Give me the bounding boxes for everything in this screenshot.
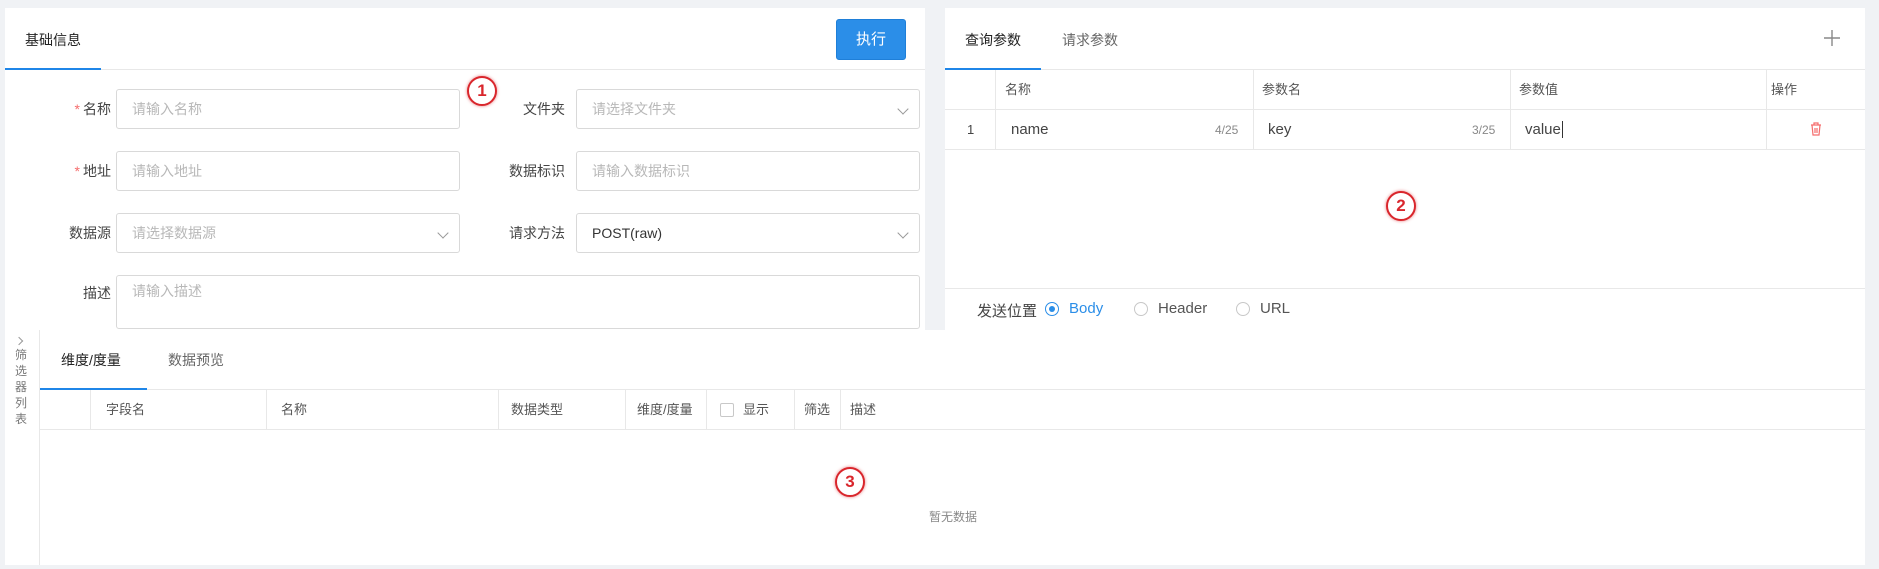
folder-select[interactable]: 请选择文件夹 <box>576 89 920 129</box>
annotation-marker-3: 3 <box>835 467 865 497</box>
col-divider <box>794 390 795 430</box>
chevron-right-icon <box>14 336 24 346</box>
datasource-select[interactable]: 请选择数据源 <box>116 213 460 253</box>
fields-panel: 筛选器列表 维度/度量 数据预览 字段名 名称 数据类型 维度/度量 显示 筛选… <box>5 330 1865 565</box>
tab-ink <box>5 68 101 70</box>
address-label-text: 地址 <box>83 163 111 179</box>
method-select[interactable]: POST(raw) <box>576 213 920 253</box>
col-filter: 筛选 <box>804 402 831 417</box>
name-char-count: 4/25 <box>1215 123 1239 137</box>
required-mark: * <box>74 101 80 117</box>
name-input[interactable]: 请输入名称 <box>116 89 460 129</box>
annotation-marker-2: 2 <box>1386 191 1416 221</box>
col-divider <box>266 390 267 430</box>
plus-icon[interactable] <box>1820 26 1844 50</box>
param-name-cell-input[interactable]: key <box>1268 121 1291 138</box>
col-divider <box>498 390 499 430</box>
description-placeholder: 请输入描述 <box>132 283 202 299</box>
name-label: * 名称 <box>35 89 111 129</box>
col-name: 名称 <box>281 402 308 417</box>
method-value: POST(raw) <box>592 225 662 241</box>
col-action: 操作 <box>1771 82 1798 97</box>
col-show: 显示 <box>743 402 770 417</box>
trash-icon[interactable] <box>1809 121 1823 137</box>
col-divider <box>90 390 91 430</box>
data-id-input[interactable]: 请输入数据标识 <box>576 151 920 191</box>
execute-button[interactable]: 执行 <box>836 19 906 60</box>
annotation-marker-1: 1 <box>467 76 497 106</box>
tab-query-params[interactable]: 查询参数 <box>965 30 1021 70</box>
fields-table-header: 字段名 名称 数据类型 维度/度量 显示 筛选 描述 <box>40 390 1865 430</box>
param-char-count: 3/25 <box>1472 123 1496 137</box>
radio-body[interactable] <box>1045 302 1059 316</box>
data-id-placeholder: 请输入数据标识 <box>592 163 690 179</box>
filter-list-toggle[interactable]: 筛选器列表 <box>5 330 40 565</box>
name-label-text: 名称 <box>83 101 111 117</box>
col-divider <box>706 390 707 430</box>
col-param-value: 参数值 <box>1519 82 1559 97</box>
address-label: * 地址 <box>35 151 111 191</box>
data-id-label: 数据标识 <box>509 163 565 179</box>
col-param-name: 参数名 <box>1262 82 1302 97</box>
basic-info-tabs: 基础信息 <box>5 8 925 70</box>
datasource-placeholder: 请选择数据源 <box>132 225 216 241</box>
name-cell-input[interactable]: name <box>1011 121 1049 138</box>
send-position-label: 发送位置 <box>977 303 1038 320</box>
tab-request-params[interactable]: 请求参数 <box>1062 30 1118 70</box>
col-data-type: 数据类型 <box>511 402 564 417</box>
params-panel: 查询参数 请求参数 名称 参数名 参数值 操作 1 name 4/25 key … <box>945 8 1865 330</box>
description-textarea[interactable]: 请输入描述 <box>116 275 920 329</box>
show-all-checkbox[interactable] <box>720 403 734 417</box>
tab-dimensions-measures[interactable]: 维度/度量 <box>61 350 121 390</box>
table-bottom-border <box>945 288 1865 289</box>
basic-info-panel: 基础信息 执行 * 名称 请输入名称 文件夹 请选择文件夹 * 地址 请输入地址 数… <box>5 8 925 330</box>
chevron-down-icon <box>897 227 909 239</box>
col-divider <box>625 390 626 430</box>
radio-url[interactable] <box>1236 302 1250 316</box>
col-dimension-measure: 维度/度量 <box>637 402 693 417</box>
params-tabs: 查询参数 请求参数 <box>945 8 1865 70</box>
tab-data-preview[interactable]: 数据预览 <box>168 350 224 390</box>
description-label: 描述 <box>83 285 111 301</box>
address-input[interactable]: 请输入地址 <box>116 151 460 191</box>
datasource-label: 数据源 <box>69 225 111 241</box>
radio-body-label[interactable]: Body <box>1069 300 1103 317</box>
radio-url-label[interactable]: URL <box>1260 300 1290 317</box>
chevron-down-icon <box>897 103 909 115</box>
tab-basic-info[interactable]: 基础信息 <box>25 30 81 70</box>
row-index: 1 <box>967 122 975 137</box>
address-placeholder: 请输入地址 <box>132 163 202 179</box>
col-name: 名称 <box>1005 82 1032 97</box>
chevron-down-icon <box>437 227 449 239</box>
params-table-header: 名称 参数名 参数值 操作 <box>945 70 1865 110</box>
col-field-name: 字段名 <box>106 402 146 417</box>
col-divider <box>840 390 841 430</box>
param-value-cell-input[interactable]: value <box>1525 121 1563 138</box>
radio-header[interactable] <box>1134 302 1148 316</box>
method-label: 请求方法 <box>509 225 565 241</box>
folder-label: 文件夹 <box>523 101 565 117</box>
required-mark: * <box>74 163 80 179</box>
col-description: 描述 <box>850 402 877 417</box>
radio-header-label[interactable]: Header <box>1158 300 1207 317</box>
filter-list-label: 筛选器列表 <box>15 348 28 426</box>
empty-text: 暂无数据 <box>929 510 978 524</box>
table-row: 1 name 4/25 key 3/25 value <box>945 110 1865 150</box>
fields-tabs: 维度/度量 数据预览 <box>40 330 1865 390</box>
folder-placeholder: 请选择文件夹 <box>592 101 676 117</box>
name-placeholder: 请输入名称 <box>132 101 202 117</box>
